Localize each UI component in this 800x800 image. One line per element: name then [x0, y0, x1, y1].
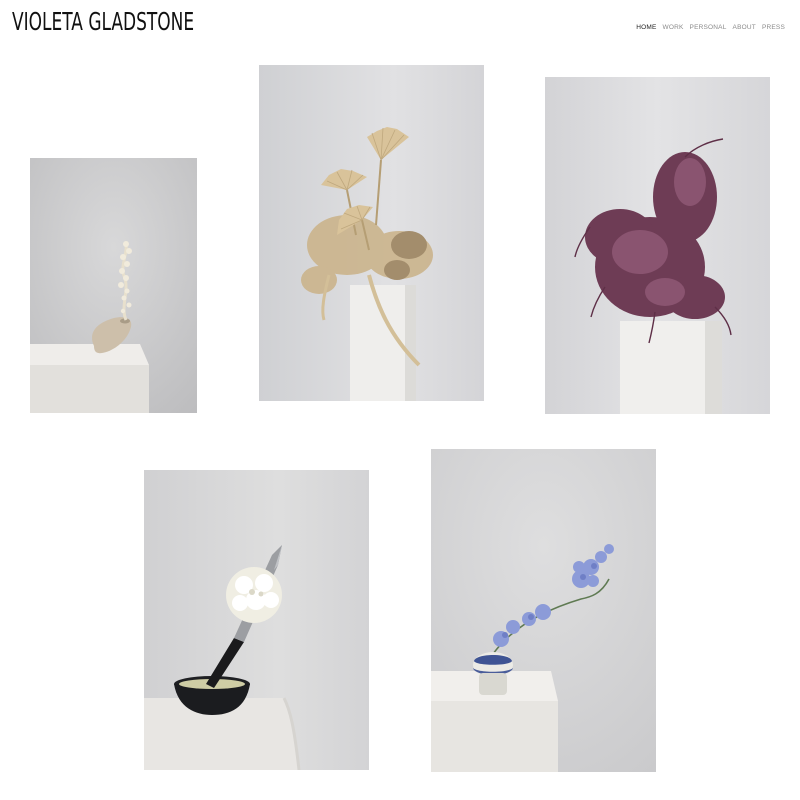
nav-work[interactable]: WORK	[663, 24, 684, 31]
nav-home[interactable]: HOME	[636, 24, 656, 31]
heather-arrangement-photo	[545, 77, 770, 414]
gallery-image-dried-stem-vase[interactable]	[30, 158, 197, 413]
nav-about[interactable]: ABOUT	[733, 24, 756, 31]
nav-personal[interactable]: PERSONAL	[690, 24, 727, 31]
dahlia-knife-bowl-photo	[144, 470, 369, 770]
dried-palm-arrangement-photo	[259, 65, 484, 401]
dried-stem-vase-photo	[30, 158, 197, 413]
gallery-image-delphinium-vase[interactable]	[431, 449, 656, 772]
delphinium-vase-photo	[431, 449, 656, 772]
site-title[interactable]: VIOLETA GLADSTONE	[12, 8, 194, 36]
gallery-image-dried-palm-arrangement[interactable]	[259, 65, 484, 401]
nav-press[interactable]: PRESS	[762, 24, 785, 31]
main-nav: HOME WORK PERSONAL ABOUT PRESS	[636, 14, 785, 33]
gallery-image-heather-arrangement[interactable]	[545, 77, 770, 414]
gallery-image-dahlia-knife-bowl[interactable]	[144, 470, 369, 770]
